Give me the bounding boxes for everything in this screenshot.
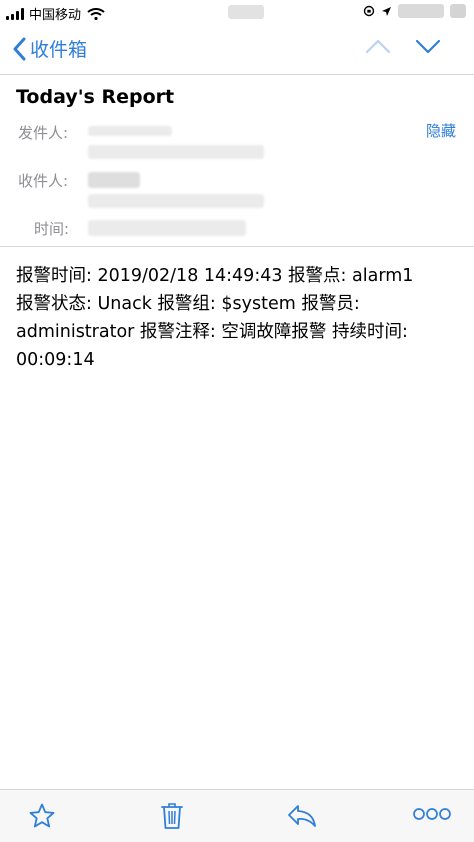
bottom-toolbar	[0, 789, 474, 842]
reply-button[interactable]	[286, 802, 318, 834]
email-header: Today's Report 发件人: 隐藏 收件人: 时间:	[0, 74, 474, 247]
hide-details-link[interactable]: 隐藏	[426, 120, 456, 141]
back-label: 收件箱	[30, 39, 88, 61]
chevron-left-icon	[13, 37, 26, 60]
to-label: 收件人:	[18, 172, 69, 190]
sender-address-redacted	[88, 145, 264, 159]
body-line: administrator 报警注释: 空调故障报警 持续时间:	[16, 322, 408, 342]
chevron-down-icon	[415, 39, 441, 54]
recipient-address-redacted	[88, 194, 264, 208]
carrier-name: 中国移动	[29, 8, 82, 23]
previous-message-button[interactable]	[364, 36, 392, 60]
back-button[interactable]: 收件箱	[12, 35, 87, 62]
time-redacted	[228, 5, 264, 19]
nav-bar: 收件箱	[0, 24, 474, 75]
from-label: 发件人:	[18, 124, 69, 142]
flag-button[interactable]	[28, 802, 56, 834]
trash-icon	[161, 803, 183, 829]
battery-icon	[450, 4, 466, 18]
rotation-lock-icon	[363, 5, 375, 17]
time-value-redacted	[88, 220, 246, 236]
body-line: 00:09:14	[16, 350, 95, 370]
status-right	[363, 4, 466, 18]
email-subject: Today's Report	[16, 86, 175, 108]
reply-icon	[288, 805, 316, 827]
body-line: 报警时间: 2019/02/18 14:49:43 报警点: alarm1	[16, 266, 414, 286]
recipient-redacted	[88, 172, 140, 188]
sender-redacted	[88, 126, 172, 136]
time-label: 时间:	[34, 220, 70, 238]
delete-button[interactable]	[160, 802, 184, 834]
body-line: 报警状态: Unack 报警组: $system 报警员:	[16, 294, 360, 314]
location-icon	[382, 6, 391, 16]
status-redacted	[398, 4, 444, 18]
status-bar: 中国移动	[0, 0, 474, 24]
status-left: 中国移动	[6, 4, 105, 23]
star-icon	[29, 803, 55, 828]
more-icon	[413, 808, 451, 820]
wifi-icon	[87, 7, 105, 20]
next-message-button[interactable]	[414, 36, 442, 60]
signal-icon	[6, 7, 24, 20]
email-body: 报警时间: 2019/02/18 14:49:43 报警点: alarm1 报警…	[16, 262, 462, 374]
chevron-up-icon	[365, 39, 391, 54]
more-button[interactable]	[412, 804, 452, 828]
